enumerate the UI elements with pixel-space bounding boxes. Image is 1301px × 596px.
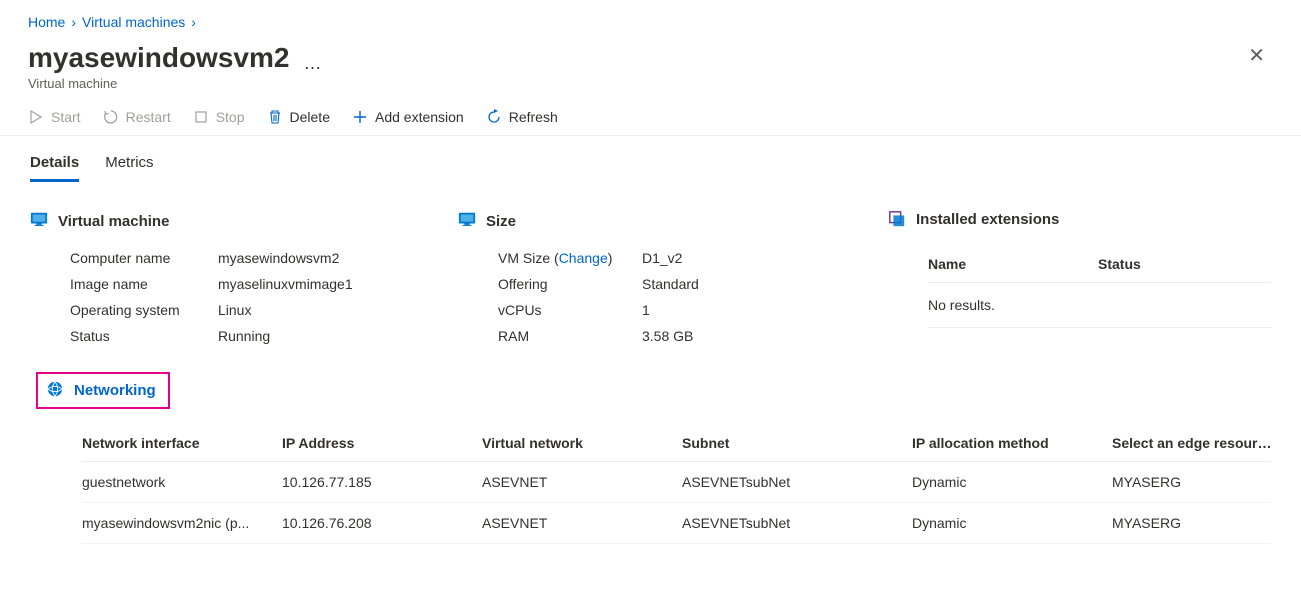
chevron-right-icon: › [191,14,196,30]
table-row[interactable]: myasewindowsvm2nic (p... 10.126.76.208 A… [82,503,1271,544]
net-vnet-cell: ASEVNET [482,515,682,531]
net-col-subnet[interactable]: Subnet [682,435,912,451]
computer-name-label: Computer name [70,250,210,266]
os-label: Operating system [70,302,210,318]
vcpus-value: 1 [642,302,848,318]
close-button[interactable]: ✕ [1240,42,1273,70]
page-title: myasewindowsvm2 [28,42,289,74]
restart-icon [103,109,119,125]
stop-icon [193,109,209,125]
breadcrumb-home[interactable]: Home [28,14,65,30]
breadcrumb-vms[interactable]: Virtual machines [82,14,185,30]
net-col-edge[interactable]: Select an edge resour… [1112,435,1301,451]
breadcrumb: Home › Virtual machines › [0,0,1301,36]
vcpus-label: vCPUs [498,302,634,318]
command-bar: Start Restart Stop Delete Add extension … [0,95,1301,136]
ext-col-name: Name [928,256,1098,272]
computer-name-value: myasewindowsvm2 [218,250,448,266]
net-alloc-cell: Dynamic [912,474,1112,490]
tab-bar: Details Metrics [0,136,1301,182]
net-edge-cell: MYASERG [1112,474,1301,490]
image-name-label: Image name [70,276,210,292]
ext-empty-message: No results. [928,283,1271,328]
net-alloc-cell: Dynamic [912,515,1112,531]
vmsize-value: D1_v2 [642,250,848,266]
delete-button[interactable]: Delete [267,109,330,125]
status-label: Status [70,328,210,344]
restart-button[interactable]: Restart [103,109,171,125]
net-subnet-cell: ASEVNETsubNet [682,474,912,490]
net-iface-cell: myasewindowsvm2nic (p... [82,515,282,531]
vm-icon [458,210,476,232]
net-ip-cell: 10.126.77.185 [282,474,482,490]
image-name-value: myaselinuxvmimage1 [218,276,448,292]
net-col-alloc[interactable]: IP allocation method [912,435,1112,451]
trash-icon [267,109,283,125]
networking-heading-highlight: Networking [36,372,170,409]
vm-section-heading: Virtual machine [58,213,169,230]
extensions-icon [888,210,906,228]
ext-col-status: Status [1098,256,1141,272]
globe-icon [46,380,64,401]
add-extension-button[interactable]: Add extension [352,109,464,125]
os-value: Linux [218,302,448,318]
tab-details[interactable]: Details [30,154,79,182]
table-row[interactable]: guestnetwork 10.126.77.185 ASEVNET ASEVN… [82,462,1271,503]
more-icon[interactable]: … [303,44,321,72]
net-vnet-cell: ASEVNET [482,474,682,490]
vmsize-label: VM Size (Change) [498,250,634,266]
ram-value: 3.58 GB [642,328,848,344]
net-iface-cell: guestnetwork [82,474,282,490]
change-size-link[interactable]: Change [559,250,608,266]
play-icon [28,109,44,125]
status-value: Running [218,328,448,344]
tab-metrics[interactable]: Metrics [105,154,153,182]
size-section-heading: Size [486,213,516,230]
refresh-icon [486,109,502,125]
extensions-section-heading: Installed extensions [916,211,1059,228]
resource-type-label: Virtual machine [28,76,321,91]
start-button[interactable]: Start [28,109,81,125]
plus-icon [352,109,368,125]
net-ip-cell: 10.126.76.208 [282,515,482,531]
net-subnet-cell: ASEVNETsubNet [682,515,912,531]
stop-button[interactable]: Stop [193,109,245,125]
vm-icon [30,210,48,232]
net-edge-cell: MYASERG [1112,515,1301,531]
networking-heading[interactable]: Networking [74,382,156,399]
net-col-vnet[interactable]: Virtual network [482,435,682,451]
offering-value: Standard [642,276,848,292]
ram-label: RAM [498,328,634,344]
net-col-iface[interactable]: Network interface [82,435,282,451]
chevron-right-icon: › [71,14,76,30]
net-col-ip[interactable]: IP Address [282,435,482,451]
offering-label: Offering [498,276,634,292]
refresh-button[interactable]: Refresh [486,109,558,125]
